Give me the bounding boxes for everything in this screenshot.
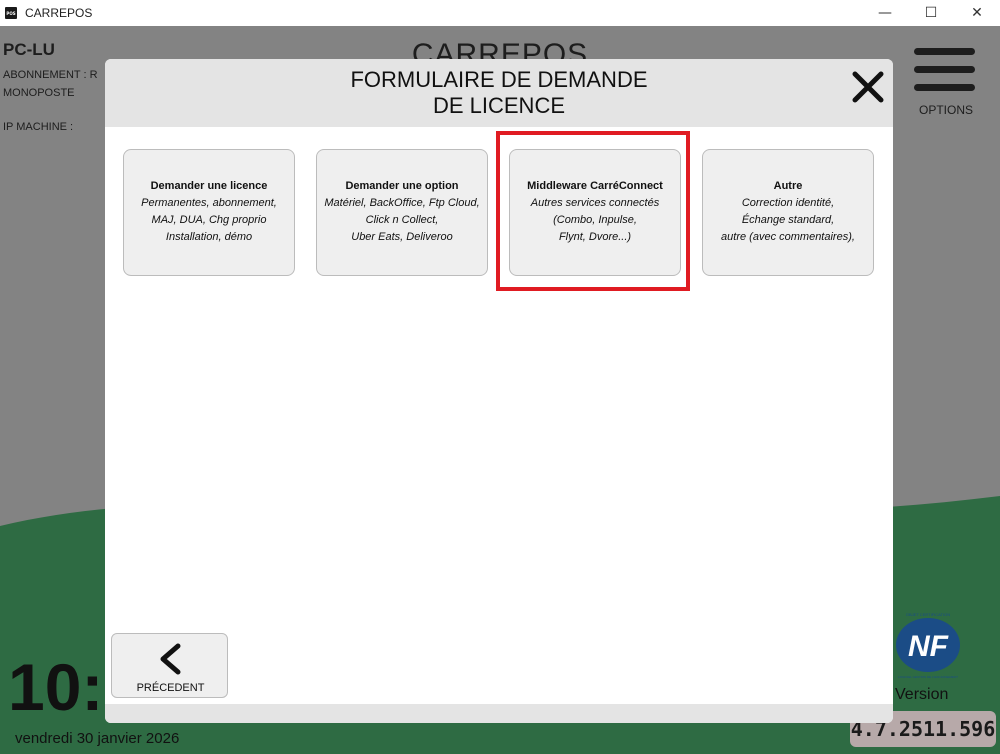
nf-logo-text: NF [908,630,949,663]
card-title: Demander une option [345,179,459,192]
window-title: CARREPOS [25,6,93,20]
card-request-option[interactable]: Demander une option Matériel, BackOffice… [316,149,488,276]
hamburger-menu-icon[interactable] [914,48,975,102]
dialog-footer [105,704,893,723]
previous-button[interactable]: PRÉCEDENT [111,633,228,698]
dialog-header: FORMULAIRE DE DEMANDE DE LICENCE [105,59,893,127]
previous-button-label: PRÉCEDENT [136,682,205,694]
close-icon[interactable] [850,69,886,105]
card-title: Autre [773,179,803,192]
date: vendredi 30 janvier 2026 [15,730,180,747]
card-request-license[interactable]: Demander une licence Permanentes, abonne… [123,149,295,276]
card-line: autre (avec commentaires), [721,230,855,243]
options-label[interactable]: OPTIONS [919,103,973,117]
window-close-button[interactable]: ✕ [954,0,1000,26]
nf-logo-bottom-text: LOGICIEL GESTION DE L'ENCAISSEMENT [898,675,958,679]
card-line: Matériel, BackOffice, Ftp Cloud, [324,196,480,209]
card-line: Installation, démo [165,230,253,243]
card-line: Permanentes, abonnement, [141,196,277,209]
clock: 10: [8,650,104,724]
app-icon: POS [5,7,17,19]
card-line: Uber Eats, Deliveroo [351,230,453,243]
ip-label: IP MACHINE : [3,121,74,133]
card-line: Correction identité, [741,196,835,209]
nf-certification-logo: NF OBJET CERTIFICATION LOGICIEL GESTION … [896,612,960,679]
dialog-title-line1: FORMULAIRE DE DEMANDE [350,67,648,92]
nf-logo-top-text: OBJET CERTIFICATION [906,612,950,617]
maximize-button[interactable]: ☐ [908,0,954,26]
card-line: Échange standard, [741,213,835,226]
card-other[interactable]: Autre Correction identité, Échange stand… [702,149,874,276]
chevron-left-icon [160,643,181,675]
license-type: MONOPOSTE [3,87,75,99]
card-line: Click n Collect, [365,213,439,226]
highlight-box [496,131,690,291]
window-titlebar: POS CARREPOS — ☐ ✕ [0,0,1000,26]
minimize-button[interactable]: — [862,0,908,26]
card-line: MAJ, DUA, Chg proprio [151,213,267,226]
version-label: Version [895,686,949,703]
card-title: Demander une licence [150,179,268,192]
dialog-title-line2: DE LICENCE [432,93,566,118]
dialog-title: FORMULAIRE DE DEMANDE DE LICENCE [105,67,893,119]
